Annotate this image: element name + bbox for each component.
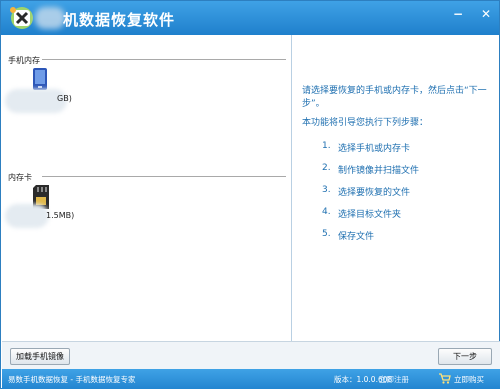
instructions-panel: 请选择要恢复的手机或内存卡，然后点击“下一步”。 本功能将引导您执行下列步骤： … xyxy=(291,35,499,341)
minimize-button[interactable]: − xyxy=(451,7,465,21)
app-logo-icon xyxy=(10,7,33,29)
cart-icon xyxy=(439,373,451,384)
step-item: 3. 选择要恢复的文件 xyxy=(322,185,411,198)
close-button[interactable]: ✕ xyxy=(479,7,493,21)
memory-card-size: 1.5MB) xyxy=(46,211,75,220)
window-title: 机数据恢复软件 xyxy=(63,11,176,29)
phone-memory-section-label: 手机内存 xyxy=(8,56,40,65)
memory-card-section-label: 内存卡 xyxy=(8,173,32,182)
buy-link[interactable]: 立即购买 xyxy=(454,374,484,385)
blurred-title-region xyxy=(35,7,65,29)
blurred-device-name xyxy=(5,204,49,228)
guide-text: 本功能将引导您执行下列步骤： xyxy=(302,118,429,128)
step-item: 2. 制作镜像并扫描文件 xyxy=(322,163,420,176)
app-window: 机数据恢复软件 − ✕ 手机内存 GB) 内存卡 1.5MB) 请选择要恢复的手… xyxy=(0,0,500,389)
step-item: 4. 选择目标文件夹 xyxy=(322,207,402,220)
next-button[interactable]: 下一步 xyxy=(438,348,492,365)
load-image-button[interactable]: 加载手机镜像 xyxy=(10,348,70,365)
register-link[interactable]: 立即注册 xyxy=(379,374,409,385)
button-bar: 加载手机镜像 下一步 xyxy=(2,341,500,369)
step-item: 5. 保存文件 xyxy=(322,229,375,242)
section-divider xyxy=(42,59,286,60)
steps-list: 1. 选择手机或内存卡 2. 制作镜像并扫描文件 3. 选择要恢复的文件 4. 选择目标… xyxy=(322,141,419,251)
window-controls: − ✕ xyxy=(451,7,493,21)
phone-icon xyxy=(33,68,47,90)
title-bar[interactable]: 机数据恢复软件 − ✕ xyxy=(1,1,499,35)
status-product-name: 易数手机数据恢复 - 手机数据恢复专家 xyxy=(8,375,136,384)
step-item: 1. 选择手机或内存卡 xyxy=(322,141,411,154)
status-bar: 易数手机数据恢复 - 手机数据恢复专家 版本：1.0.0.608 立即注册 立即… xyxy=(2,369,500,389)
device-list-panel: 手机内存 GB) 内存卡 1.5MB) xyxy=(2,35,290,341)
intro-text: 请选择要恢复的手机或内存卡，然后点击“下一步”。 xyxy=(302,86,487,109)
phone-memory-size: GB) xyxy=(57,94,72,103)
section-divider xyxy=(42,176,286,177)
